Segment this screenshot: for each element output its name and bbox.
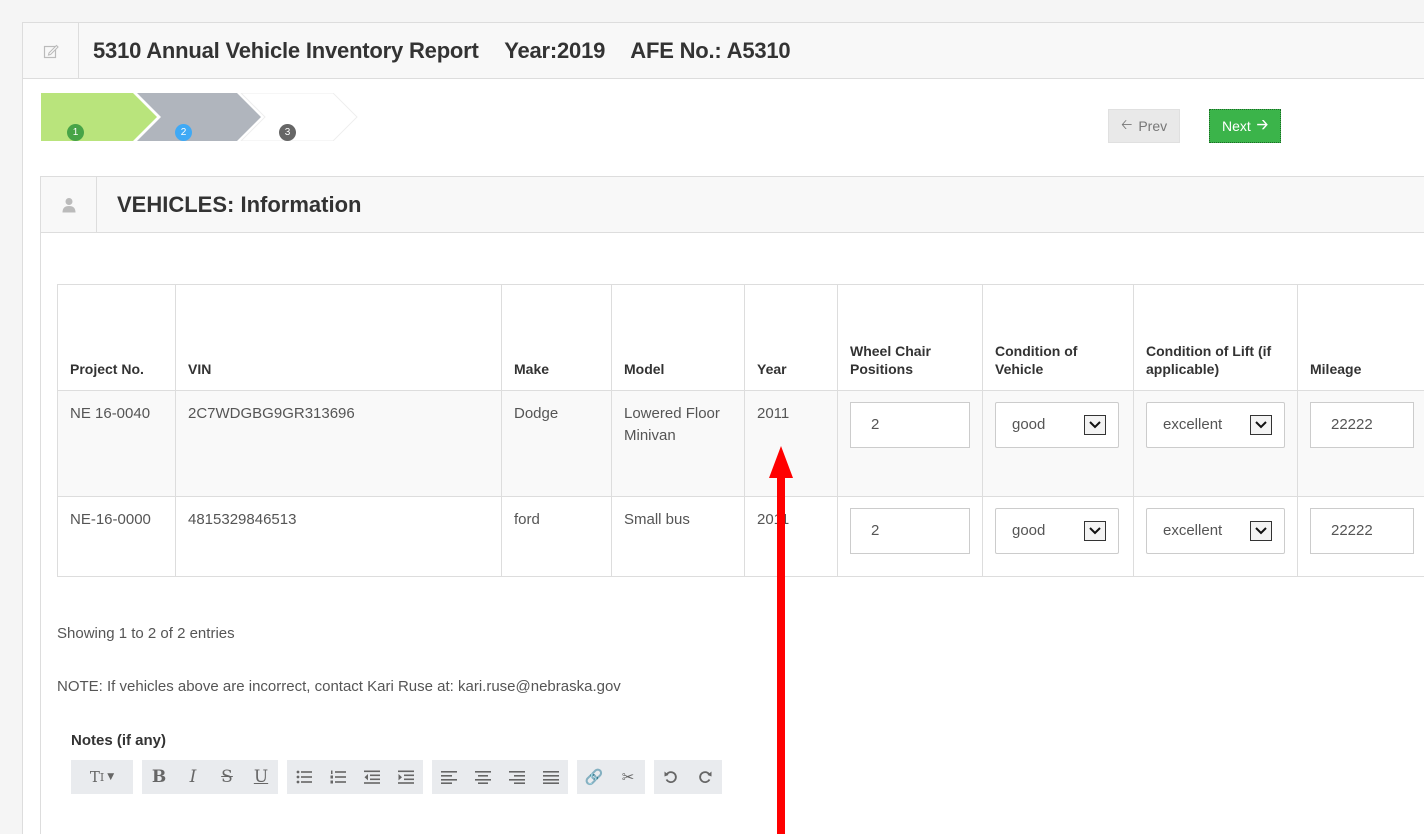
condition-vehicle-select[interactable]: good <box>995 508 1119 554</box>
mileage-input[interactable]: 22222 <box>1310 402 1414 448</box>
col-project-no[interactable]: Project No. <box>57 284 176 391</box>
strikethrough-icon[interactable]: S <box>210 760 244 794</box>
cell-lift: excellent <box>1133 496 1298 577</box>
cell-wheelchair: 2 <box>837 390 983 497</box>
page-top-margin <box>0 0 1424 22</box>
contact-note: NOTE: If vehicles above are incorrect, c… <box>57 678 621 695</box>
step-number: 3 <box>279 123 296 141</box>
align-center-icon[interactable] <box>466 760 500 794</box>
prev-button[interactable]: 🡠 Prev <box>1108 109 1181 143</box>
report-afe: AFE No.: A5310 <box>630 37 791 63</box>
wizard-step-1[interactable]: 1 <box>67 108 84 156</box>
notes-label: Notes (if any) <box>71 732 167 749</box>
arrow-right-icon: 🡢 <box>1256 116 1269 132</box>
condition-lift-select[interactable]: excellent <box>1146 508 1285 554</box>
vehicles-panel: VEHICLES: Information Project No. VIN Ma… <box>40 176 1424 834</box>
numbered-list-icon[interactable] <box>321 760 355 794</box>
col-condition-lift[interactable]: Condition of Lift (if applicable) <box>1133 284 1298 391</box>
toolbar-group-align <box>432 760 568 794</box>
toolbar-group-lists <box>287 760 423 794</box>
condition-lift-select[interactable]: excellent <box>1146 402 1285 448</box>
indent-icon[interactable] <box>389 760 423 794</box>
wizard-step-2[interactable]: 2 <box>175 108 192 156</box>
table-header-row: Project No. VIN Make Model Year Wheel Ch… <box>57 284 1424 391</box>
wheelchair-input[interactable]: 2 <box>850 508 970 554</box>
cell-vin: 2C7WDGBG9GR313696 <box>175 390 502 497</box>
chevron-down-icon <box>1250 415 1272 435</box>
link-icon[interactable]: 🔗 <box>577 760 611 794</box>
report-year: Year:2019 <box>504 37 606 63</box>
col-wheelchair[interactable]: Wheel Chair Positions <box>837 284 983 391</box>
col-mileage[interactable]: Mileage <box>1297 284 1424 391</box>
cell-project: NE 16-0040 <box>57 390 176 497</box>
select-value: good <box>1012 522 1046 539</box>
panel-title: VEHICLES: Information <box>117 191 362 217</box>
redo-icon[interactable] <box>688 760 722 794</box>
select-value: excellent <box>1163 522 1223 539</box>
annotation-arrow-icon <box>769 446 793 834</box>
cell-condition: good <box>982 496 1134 577</box>
toolbar-group-format: B I S U <box>142 760 278 794</box>
chevron-down-icon <box>1084 521 1106 541</box>
report-name: 5310 Annual Vehicle Inventory Report <box>93 37 479 63</box>
toolbar-group-style: T I ▼ <box>71 760 133 794</box>
cell-model: Lowered Floor Minivan <box>611 390 745 497</box>
user-icon <box>41 176 97 233</box>
prev-label: Prev <box>1138 118 1168 134</box>
col-vin[interactable]: VIN <box>175 284 502 391</box>
bullet-list-icon[interactable] <box>287 760 321 794</box>
align-justify-icon[interactable] <box>534 760 568 794</box>
col-make[interactable]: Make <box>501 284 612 391</box>
toolbar-group-history <box>654 760 722 794</box>
col-model[interactable]: Model <box>611 284 745 391</box>
report-header: 5310 Annual Vehicle Inventory Report Yea… <box>23 22 1424 79</box>
cell-make: Dodge <box>501 390 612 497</box>
condition-vehicle-select[interactable]: good <box>995 402 1119 448</box>
cell-model: Small bus <box>611 496 745 577</box>
table-info: Showing 1 to 2 of 2 entries <box>57 625 235 642</box>
col-year[interactable]: Year <box>744 284 838 391</box>
wheelchair-input[interactable]: 2 <box>850 402 970 448</box>
wizard-step-3[interactable]: 3 <box>279 108 296 156</box>
arrow-left-icon: 🡠 <box>1121 116 1133 132</box>
step-number: 2 <box>175 123 192 141</box>
chevron-down-icon <box>1084 415 1106 435</box>
bold-icon[interactable]: B <box>142 760 176 794</box>
select-value: excellent <box>1163 416 1223 433</box>
align-left-icon[interactable] <box>432 760 466 794</box>
vehicles-table: Project No. VIN Make Model Year Wheel Ch… <box>57 284 1424 577</box>
report-container: 5310 Annual Vehicle Inventory Report Yea… <box>22 22 1424 834</box>
panel-header: VEHICLES: Information <box>41 176 1424 233</box>
outdent-icon[interactable] <box>355 760 389 794</box>
table-row: NE 16-0040 2C7WDGBG9GR313696 Dodge Lower… <box>57 390 1424 497</box>
cell-mileage: 22222 <box>1297 390 1424 497</box>
col-condition-vehicle[interactable]: Condition of Vehicle <box>982 284 1134 391</box>
editor-toolbar: T I ▼ B I S U 🔗 ✂ <box>71 760 722 794</box>
step-number: 1 <box>67 123 84 141</box>
cell-condition: good <box>982 390 1134 497</box>
unlink-icon[interactable]: ✂ <box>611 760 645 794</box>
edit-icon <box>23 22 79 79</box>
undo-icon[interactable] <box>654 760 688 794</box>
cell-wheelchair: 2 <box>837 496 983 577</box>
chevron-down-icon <box>1250 521 1272 541</box>
cell-vin: 4815329846513 <box>175 496 502 577</box>
cell-make: ford <box>501 496 612 577</box>
page-left-margin <box>0 0 22 834</box>
next-label: Next <box>1222 118 1251 134</box>
select-value: good <box>1012 416 1046 433</box>
next-button[interactable]: Next 🡢 <box>1209 109 1282 143</box>
mileage-input[interactable]: 22222 <box>1310 508 1414 554</box>
toolbar-group-links: 🔗 ✂ <box>577 760 645 794</box>
underline-icon[interactable]: U <box>244 760 278 794</box>
italic-icon[interactable]: I <box>176 760 210 794</box>
table-row: NE-16-0000 4815329846513 ford Small bus … <box>57 496 1424 577</box>
cell-mileage: 22222 <box>1297 496 1424 577</box>
page-title: 5310 Annual Vehicle Inventory Report Yea… <box>79 38 810 64</box>
cell-lift: excellent <box>1133 390 1298 497</box>
align-right-icon[interactable] <box>500 760 534 794</box>
wizard-arrows <box>41 93 358 141</box>
text-size-button[interactable]: T I ▼ <box>71 760 133 794</box>
cell-project: NE-16-0000 <box>57 496 176 577</box>
